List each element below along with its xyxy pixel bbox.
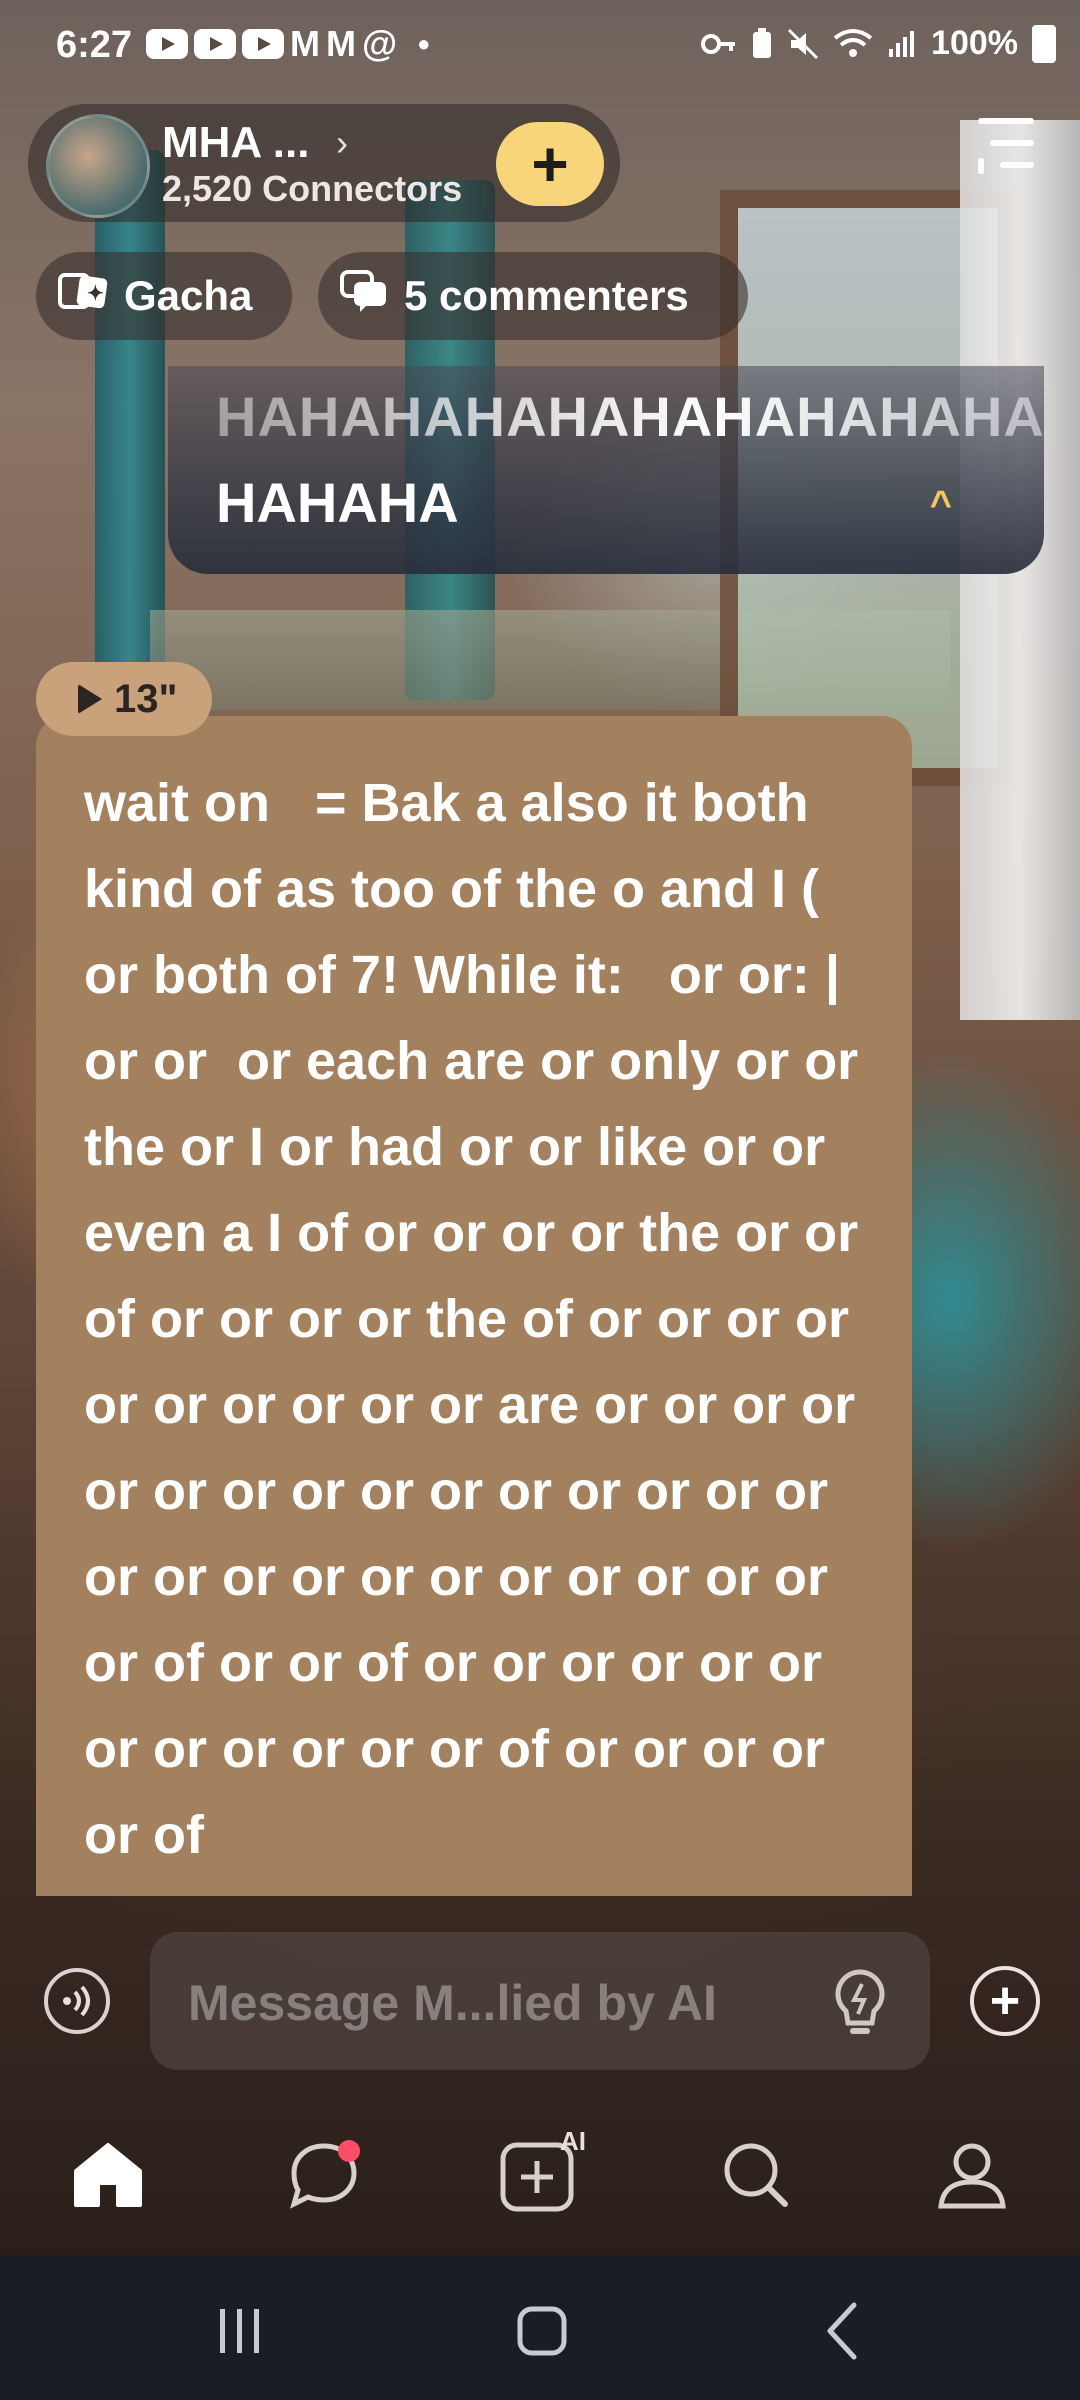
gacha-chip[interactable]: ✦ Gacha bbox=[36, 252, 292, 340]
ai-label: AI bbox=[560, 2126, 586, 2156]
signal-icon bbox=[889, 30, 915, 57]
profile-icon bbox=[938, 2143, 1006, 2209]
status-time: 6:27 bbox=[56, 24, 133, 66]
battery-saver-icon bbox=[753, 27, 772, 58]
gacha-cards-icon: ✦ bbox=[58, 271, 110, 321]
attach-plus-button[interactable]: + bbox=[970, 1966, 1040, 2036]
home-icon bbox=[74, 2143, 142, 2207]
collapse-icon[interactable]: ^ bbox=[930, 484, 952, 527]
dot-icon: ● bbox=[417, 31, 431, 56]
message-text: wait on = Bak a also it both kind of as … bbox=[84, 773, 874, 1865]
lightbulb-icon[interactable] bbox=[828, 1968, 892, 2038]
system-navigation-bar bbox=[0, 2255, 1080, 2400]
nav-chats[interactable] bbox=[264, 2120, 384, 2230]
youtube-icon bbox=[242, 29, 284, 59]
announcement-line-1: HAHAHAHAHAHAHAHAHAHA bbox=[216, 385, 1045, 448]
search-icon bbox=[724, 2143, 788, 2207]
mute-icon bbox=[787, 28, 819, 59]
nav-profile[interactable] bbox=[912, 2120, 1032, 2230]
youtube-icon bbox=[194, 29, 236, 59]
nav-home[interactable] bbox=[48, 2120, 168, 2230]
connectors-count: 2,520 Connectors bbox=[162, 168, 463, 209]
key-icon bbox=[701, 33, 736, 54]
svg-text:✦: ✦ bbox=[87, 283, 104, 305]
system-icons: 100% bbox=[701, 24, 1056, 63]
comments-icon bbox=[340, 270, 390, 322]
menu-icon[interactable] bbox=[978, 112, 1038, 174]
add-button[interactable]: + bbox=[496, 122, 604, 206]
gmail-icon: M bbox=[326, 23, 356, 64]
recent-apps-icon[interactable] bbox=[200, 2295, 280, 2365]
voice-duration: 13" bbox=[114, 676, 178, 721]
battery-icon bbox=[1032, 24, 1056, 63]
chevron-right-icon[interactable]: › bbox=[336, 122, 348, 164]
announcement-line-2: HAHAHA bbox=[216, 471, 459, 534]
bottom-nav: AI bbox=[0, 2120, 1080, 2254]
wifi-icon bbox=[833, 28, 873, 57]
message-bubble[interactable]: wait on = Bak a also it both kind of as … bbox=[36, 716, 912, 1896]
status-bar: 6:27 M M @ ● 100% bbox=[0, 0, 1080, 96]
back-icon[interactable] bbox=[804, 2295, 884, 2365]
gacha-chip-label: Gacha bbox=[124, 272, 253, 319]
voice-chat-button[interactable] bbox=[44, 1968, 110, 2034]
community-name[interactable]: MHA ... bbox=[162, 118, 309, 168]
message-input[interactable] bbox=[186, 1962, 790, 2044]
voice-duration-badge[interactable]: 13" bbox=[36, 662, 212, 736]
voice-wave-icon bbox=[63, 1986, 90, 2016]
nav-create-ai[interactable]: AI bbox=[480, 2120, 600, 2230]
home-button-icon[interactable] bbox=[502, 2295, 582, 2365]
youtube-icon bbox=[146, 29, 188, 59]
message-composer[interactable] bbox=[150, 1932, 930, 2070]
commenters-chip[interactable]: 5 commenters bbox=[318, 252, 748, 340]
commenters-chip-label: 5 commenters bbox=[404, 272, 689, 319]
pinned-announcement[interactable]: HAHAHAHAHAHAHAHAHAHA HAHAHA ^ bbox=[168, 366, 1044, 574]
threads-icon: @ bbox=[362, 23, 398, 64]
play-icon[interactable] bbox=[78, 684, 102, 714]
unread-badge bbox=[338, 2140, 360, 2162]
notification-icons: M M @ ● bbox=[146, 26, 430, 62]
gmail-icon: M bbox=[290, 23, 320, 64]
nav-search[interactable] bbox=[696, 2120, 816, 2230]
community-avatar[interactable] bbox=[46, 114, 150, 218]
battery-percent: 100% bbox=[931, 24, 1018, 62]
